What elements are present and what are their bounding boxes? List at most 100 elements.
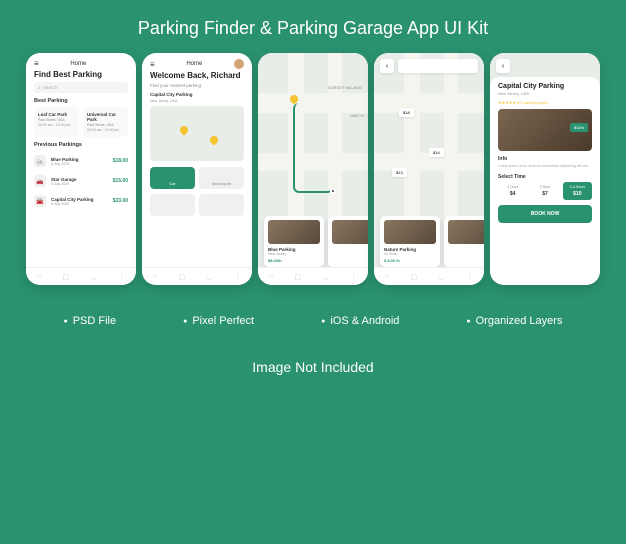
header-title: Home [186,61,202,67]
screen-detail: ‹ Capital City Parking New Jersey, USA ★… [490,53,600,285]
card-meta: 05:00 am - 10:00 pm [38,123,75,127]
menu-icon[interactable]: ≡ [34,59,39,68]
time-option-selected[interactable]: 3-4 Hours $10 [563,182,592,200]
time-label: 3-4 Hours [570,185,585,189]
time-option[interactable]: 1 Hour $4 [498,182,527,200]
list-item[interactable]: 🚘 Capital City Parking6 July 2020 $33.00 [26,191,136,211]
subtitle: Find your nearest parking [142,83,252,92]
card-title: Leaf Car Park [38,112,75,117]
tab-bar: ⌂ ▢ ◡ ⋮ [142,267,252,285]
features-row: PSD File Pixel Perfect iOS & Android Org… [0,285,626,327]
section-best: Best Parking [26,98,136,107]
tab-more-icon[interactable]: ⋮ [350,273,357,281]
price-label[interactable]: $14 [429,148,444,157]
item-price: $15.00 [113,178,128,184]
tab-bar: ⌂ ▢ ◡ ⋮ [258,267,368,285]
tab-profile-icon[interactable]: ◡ [323,273,329,281]
tab-more-icon[interactable]: ⋮ [466,273,473,281]
search-input[interactable]: Search [34,82,128,93]
time-heading: Select Time [498,174,592,180]
back-button[interactable]: ‹ [496,59,510,73]
greeting: Welcome Back, Richard [142,71,252,83]
detail-sheet: Capital City Parking New Jersey, USA ★★★… [490,77,600,285]
tab-profile-icon[interactable]: ◡ [439,273,445,281]
tab-home-icon[interactable]: ⌂ [269,273,273,280]
search-input[interactable] [398,59,478,73]
time-price: $10 [563,191,592,197]
tab-home-icon[interactable]: ⌂ [37,273,41,280]
parking-result-card[interactable] [328,216,368,267]
tab-map-icon[interactable]: ▢ [410,273,417,281]
parking-image [448,220,484,244]
tab-home-icon[interactable]: ⌂ [153,273,157,280]
screen-home-list: ≡ Home Find Best Parking Search Best Par… [26,53,136,285]
parking-location: New Jersey, USA [498,91,592,96]
chip-motorcycle[interactable]: Motorcycle [199,167,244,189]
card-price: $ 8.00 /h [384,258,436,263]
route-line [293,103,333,193]
card-title: Universal Car Park [87,112,124,122]
tab-map-icon[interactable]: ▢ [178,273,185,281]
list-item[interactable]: 🚗 Star Garage6 July 2020 $15.00 [26,171,136,191]
tab-profile-icon[interactable]: ◡ [207,273,213,281]
current-location-icon [330,188,336,194]
parking-image [384,220,436,244]
map-subtitle: New Jersey, USA [142,99,252,106]
car-icon: 🚘 [34,195,46,207]
map-area-label: MAR VI [350,113,364,118]
item-price: $18.00 [113,158,128,164]
time-price: $7 [530,191,559,197]
feature-item: PSD File [63,315,116,327]
tab-map-icon[interactable]: ▢ [62,273,69,281]
chip-car[interactable]: Car [150,167,195,189]
time-label: 1 Hour [507,185,518,189]
parking-title: Capital City Parking [498,83,592,90]
screen-welcome: ≡ Home Welcome Back, Richard Find your n… [142,53,252,285]
time-price: $4 [498,191,527,197]
parking-result-card[interactable]: Blue Parking New Jersey $8.00/h [264,216,324,267]
card-meta: 05:00 am - 10:00 pm [87,128,124,132]
back-button[interactable]: ‹ [380,59,394,73]
tab-map-icon[interactable]: ▢ [294,273,301,281]
bike-icon: 🚲 [34,155,46,167]
parking-image [332,220,368,244]
card-price: $8.00/h [268,258,320,263]
screen-map-search: $18 $14 $13 ‹ Nature Parking 22 Slots $ … [374,53,484,285]
map-title: Capital City Parking [142,92,252,99]
price-label[interactable]: $13 [392,168,407,177]
rating: ★★★★★ 5.0 parking spots [498,100,592,105]
hero-image: $18/h [498,109,592,151]
phone-mockups: ≡ Home Find Best Parking Search Best Par… [0,53,626,285]
parking-result-card[interactable] [444,216,484,267]
header-title: Home [70,61,86,67]
card-subtitle: Park Street, USA [38,118,75,122]
item-date: 6 July 2020 [51,182,108,186]
parking-image [268,220,320,244]
menu-icon[interactable]: ≡ [150,60,155,69]
feature-item: Organized Layers [466,315,562,327]
map-pin-icon [178,124,189,135]
tab-profile-icon[interactable]: ◡ [91,273,97,281]
category-chip[interactable] [150,194,195,216]
car-icon: 🚗 [34,175,46,187]
tab-home-icon[interactable]: ⌂ [385,273,389,280]
tab-more-icon[interactable]: ⋮ [118,273,125,281]
category-chip[interactable] [199,194,244,216]
item-date: 6 July 2020 [51,202,108,206]
card-subtitle: 22 Slots [384,252,436,256]
heading: Find Best Parking [26,70,136,82]
list-item[interactable]: 🚲 Blue Parking6 July 2020 $18.00 [26,151,136,171]
time-option[interactable]: 2 Hour$7 [530,182,559,200]
page-title: Parking Finder & Parking Garage App UI K… [0,0,626,53]
price-label[interactable]: $18 [399,108,414,117]
tab-more-icon[interactable]: ⋮ [234,273,241,281]
book-button[interactable]: BOOK NOW [498,205,592,223]
parking-card[interactable]: Leaf Car Park Park Street, USA 05:00 am … [34,107,79,137]
parking-card[interactable]: Universal Car Park Park Street, USA 05:0… [83,107,128,137]
map-area-label: DORSET VILLAGE [328,85,362,90]
mini-map[interactable] [150,106,244,161]
price-badge: $18/h [570,123,588,132]
avatar[interactable] [234,59,244,69]
item-date: 6 July 2020 [51,162,108,166]
parking-result-card[interactable]: Nature Parking 22 Slots $ 8.00 /h [380,216,440,267]
